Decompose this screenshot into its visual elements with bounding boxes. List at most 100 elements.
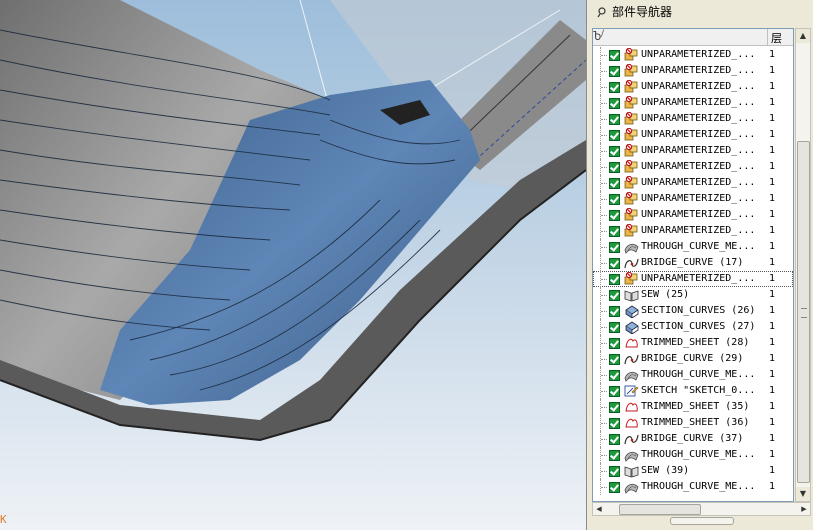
- visibility-checkbox[interactable]: [609, 274, 620, 285]
- visibility-checkbox[interactable]: [609, 210, 620, 221]
- visibility-checkbox[interactable]: [609, 66, 620, 77]
- tree-row[interactable]: UNPARAMETERIZED_... 1: [593, 207, 793, 223]
- tree-row[interactable]: SEW (25) 1: [593, 287, 793, 303]
- feature-layer: 1: [769, 433, 776, 444]
- tree-row[interactable]: UNPARAMETERIZED_... 1: [593, 175, 793, 191]
- visibility-checkbox[interactable]: [609, 306, 620, 317]
- visibility-checkbox[interactable]: [609, 418, 620, 429]
- feature-layer: 1: [769, 113, 776, 124]
- visibility-checkbox[interactable]: [609, 178, 620, 189]
- tree-row[interactable]: THROUGH_CURVE_ME... 1: [593, 447, 793, 463]
- tree-row[interactable]: UNPARAMETERIZED_... 1: [593, 79, 793, 95]
- tree-line: [601, 327, 607, 328]
- tree-rows: UNPARAMETERIZED_... 1 UNPARAMETERIZED_... 1…: [593, 47, 793, 495]
- feature-tree[interactable]: Ⴆ / 层 UNPARAMETERIZED_... 1 UNPARAMETERIZE…: [592, 28, 794, 502]
- tree-row[interactable]: UNPARAMETERIZED_... 1: [593, 271, 793, 287]
- visibility-checkbox[interactable]: [609, 450, 620, 461]
- visibility-checkbox[interactable]: [609, 162, 620, 173]
- through-curve-mesh-icon: [624, 480, 639, 494]
- resize-handle[interactable]: [670, 517, 734, 525]
- tree-row[interactable]: TRIMMED_SHEET (35) 1: [593, 399, 793, 415]
- visibility-checkbox[interactable]: [609, 114, 620, 125]
- visibility-checkbox[interactable]: [609, 82, 620, 93]
- feature-layer: 1: [769, 385, 776, 396]
- feature-layer: 1: [769, 289, 776, 300]
- tree-line: [601, 343, 607, 344]
- tree-row[interactable]: SECTION_CURVES (27) 1: [593, 319, 793, 335]
- visibility-checkbox[interactable]: [609, 242, 620, 253]
- visibility-checkbox[interactable]: [609, 434, 620, 445]
- feature-name: SECTION_CURVES (27): [641, 321, 756, 332]
- trimmed-sheet-icon: [624, 336, 639, 350]
- feature-layer: 1: [769, 145, 776, 156]
- feature-name: THROUGH_CURVE_ME...: [641, 369, 756, 380]
- tree-row[interactable]: UNPARAMETERIZED_... 1: [593, 47, 793, 63]
- tree-row[interactable]: THROUGH_CURVE_ME... 1: [593, 479, 793, 495]
- tree-row[interactable]: BRIDGE_CURVE (29) 1: [593, 351, 793, 367]
- visibility-checkbox[interactable]: [609, 50, 620, 61]
- feature-layer: 1: [769, 337, 776, 348]
- visibility-checkbox[interactable]: [609, 290, 620, 301]
- visibility-checkbox[interactable]: [609, 386, 620, 397]
- tree-row[interactable]: BRIDGE_CURVE (37) 1: [593, 431, 793, 447]
- unparameterized-feature-icon: [624, 191, 639, 206]
- tree-line: [601, 215, 607, 216]
- feature-layer: 1: [769, 49, 776, 60]
- tree-line: [601, 439, 607, 440]
- model-render: [0, 0, 586, 530]
- tree-row[interactable]: UNPARAMETERIZED_... 1: [593, 111, 793, 127]
- pin-icon[interactable]: [596, 6, 608, 18]
- scroll-right-arrow-icon[interactable]: ▶: [798, 503, 810, 515]
- tree-row[interactable]: UNPARAMETERIZED_... 1: [593, 191, 793, 207]
- tree-row[interactable]: SEW (39) 1: [593, 463, 793, 479]
- scroll-up-arrow-icon[interactable]: ▲: [796, 29, 810, 43]
- feature-name: BRIDGE_CURVE (29): [641, 353, 744, 364]
- feature-layer: 1: [769, 161, 776, 172]
- visibility-checkbox[interactable]: [609, 482, 620, 493]
- tree-row[interactable]: UNPARAMETERIZED_... 1: [593, 127, 793, 143]
- visibility-checkbox[interactable]: [609, 98, 620, 109]
- tree-row[interactable]: UNPARAMETERIZED_... 1: [593, 63, 793, 79]
- visibility-checkbox[interactable]: [609, 370, 620, 381]
- unparameterized-feature-icon: [624, 143, 639, 158]
- horizontal-scroll-thumb[interactable]: [619, 504, 701, 515]
- visibility-checkbox[interactable]: [609, 338, 620, 349]
- visibility-checkbox[interactable]: [609, 194, 620, 205]
- visibility-checkbox[interactable]: [609, 226, 620, 237]
- panel-resize-bar: [592, 516, 809, 526]
- visibility-checkbox[interactable]: [609, 402, 620, 413]
- tree-row[interactable]: UNPARAMETERIZED_... 1: [593, 223, 793, 239]
- scroll-down-arrow-icon[interactable]: ▼: [796, 487, 810, 501]
- tree-row[interactable]: THROUGH_CURVE_ME... 1: [593, 367, 793, 383]
- tree-row[interactable]: TRIMMED_SHEET (36) 1: [593, 415, 793, 431]
- visibility-checkbox[interactable]: [609, 322, 620, 333]
- tree-row[interactable]: UNPARAMETERIZED_... 1: [593, 95, 793, 111]
- tree-row[interactable]: BRIDGE_CURVE (17) 1: [593, 255, 793, 271]
- feature-layer: 1: [769, 273, 776, 284]
- unparameterized-feature-icon: [624, 47, 639, 62]
- tree-line: [601, 359, 607, 360]
- bridge-curve-icon: [624, 256, 639, 270]
- tree-row[interactable]: SKETCH "SKETCH_0... 1: [593, 383, 793, 399]
- tree-row[interactable]: TRIMMED_SHEET (28) 1: [593, 335, 793, 351]
- column-layer-header[interactable]: 层: [771, 30, 782, 46]
- unparameterized-feature-icon: [624, 111, 639, 126]
- column-separator[interactable]: [767, 29, 768, 45]
- tree-row[interactable]: THROUGH_CURVE_ME... 1: [593, 239, 793, 255]
- tree-row[interactable]: UNPARAMETERIZED_... 1: [593, 143, 793, 159]
- graphics-viewport[interactable]: K: [0, 0, 587, 530]
- tree-row[interactable]: SECTION_CURVES (26) 1: [593, 303, 793, 319]
- visibility-checkbox[interactable]: [609, 466, 620, 477]
- scroll-left-arrow-icon[interactable]: ◀: [593, 503, 605, 515]
- visibility-checkbox[interactable]: [609, 146, 620, 157]
- vertical-scrollbar[interactable]: ▲ ▼: [795, 28, 811, 502]
- tree-row[interactable]: UNPARAMETERIZED_... 1: [593, 159, 793, 175]
- feature-layer: 1: [769, 193, 776, 204]
- horizontal-scrollbar[interactable]: ◀ ▶: [592, 502, 811, 516]
- visibility-checkbox[interactable]: [609, 130, 620, 141]
- visibility-checkbox[interactable]: [609, 354, 620, 365]
- column-sort-mark: /: [601, 29, 605, 39]
- bridge-curve-icon: [624, 432, 639, 446]
- visibility-checkbox[interactable]: [609, 258, 620, 269]
- scroll-thumb[interactable]: [797, 141, 810, 483]
